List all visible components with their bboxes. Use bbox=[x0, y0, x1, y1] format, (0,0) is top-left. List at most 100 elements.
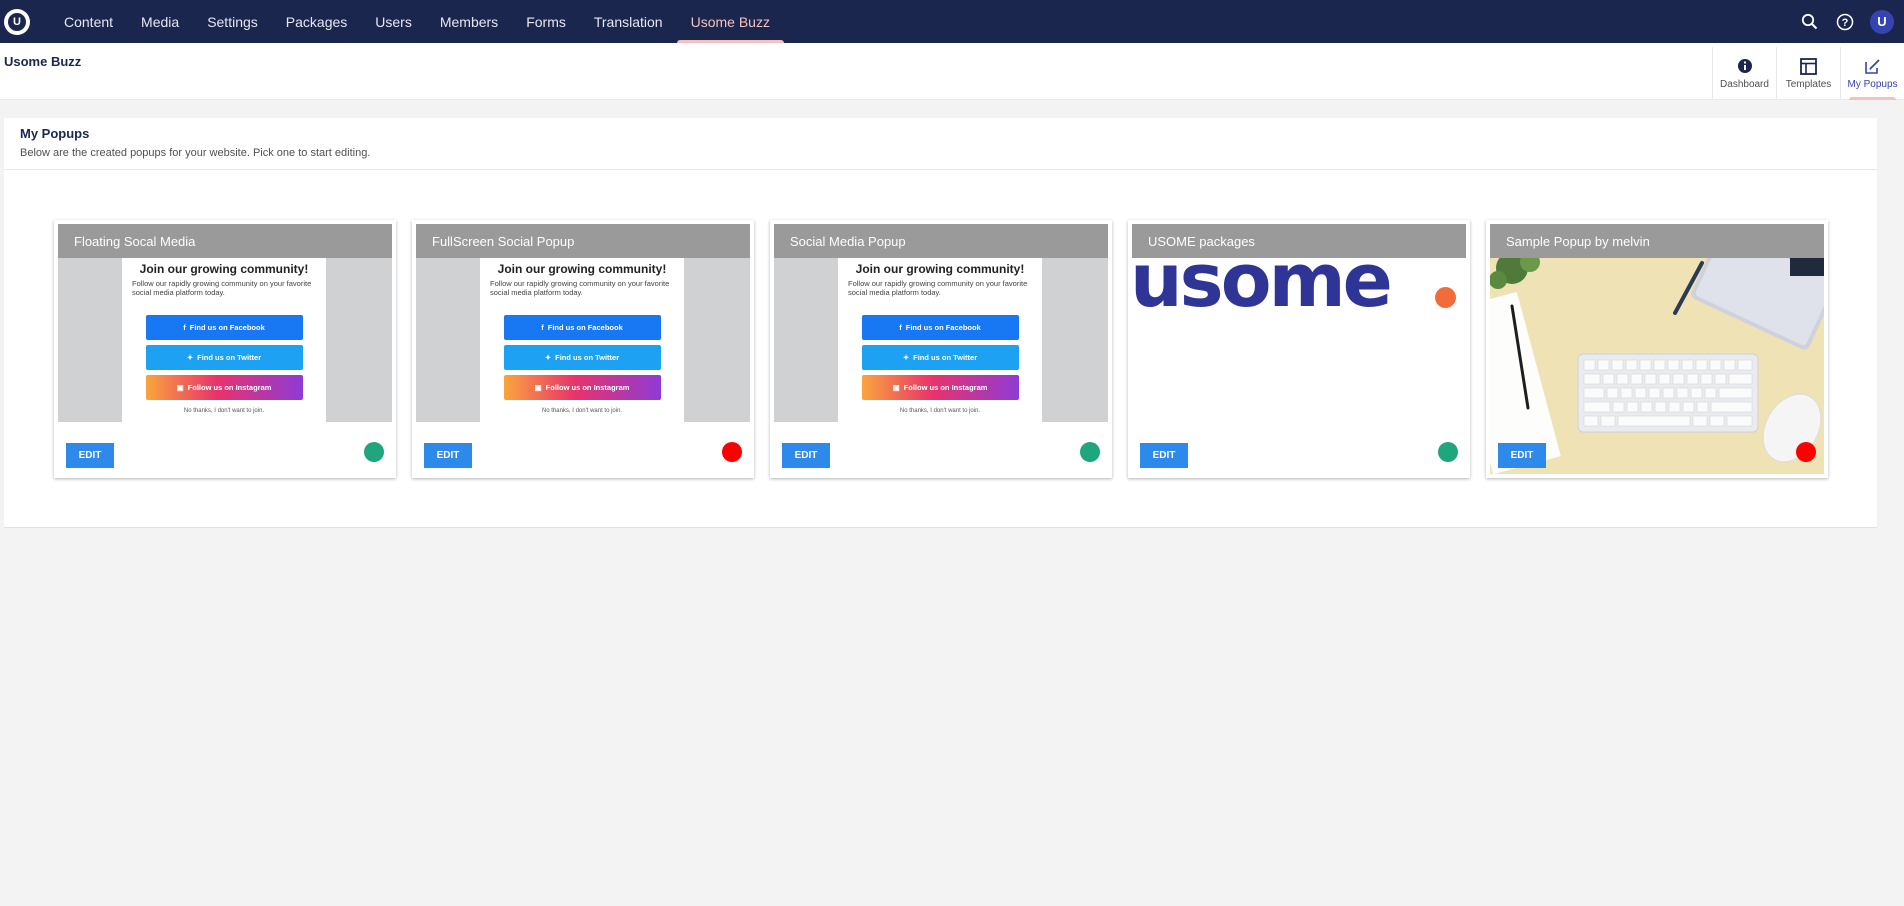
panel-description: Below are the created popups for your we… bbox=[20, 147, 371, 159]
user-avatar[interactable]: U bbox=[1870, 9, 1894, 34]
popup-card: Floating Socal Media Join our growing co… bbox=[54, 220, 396, 478]
nav-item-media[interactable]: Media bbox=[127, 0, 193, 43]
templates-icon bbox=[1800, 57, 1817, 75]
logo-letter: U bbox=[8, 12, 26, 31]
panel-header: My Popups Below are the created popups f… bbox=[4, 118, 1877, 170]
preview-instagram-label: Follow us on Instagram bbox=[903, 383, 988, 392]
preview-description: Follow our rapidly growing community on … bbox=[490, 279, 670, 297]
nav-item-usome-buzz[interactable]: Usome Buzz bbox=[676, 0, 785, 43]
preview-twitter-label: Find us on Twitter bbox=[197, 353, 262, 362]
popup-card: Social Media Popup Join our growing comm… bbox=[770, 220, 1112, 478]
status-indicator-active bbox=[364, 442, 384, 462]
info-icon bbox=[1737, 57, 1753, 75]
instagram-icon: ▣ bbox=[176, 383, 184, 392]
status-indicator-active bbox=[1080, 442, 1100, 462]
app-dashboard-label: Dashboard bbox=[1720, 79, 1769, 90]
edit-button[interactable]: EDIT bbox=[424, 443, 472, 468]
preview-instagram-button: ▣ Follow us on Instagram bbox=[503, 375, 661, 400]
app-templates[interactable]: Templates bbox=[1776, 47, 1840, 100]
social-popup-preview: Join our growing community! Follow our r… bbox=[122, 258, 326, 422]
preview-twitter-label: Find us on Twitter bbox=[555, 353, 620, 362]
section-header: Usome Buzz Dashboard Templates My Popups bbox=[0, 43, 1904, 100]
preview-facebook-label: Find us on Facebook bbox=[189, 323, 265, 332]
svg-text:?: ? bbox=[1842, 17, 1849, 29]
twitter-icon: ✦ bbox=[902, 353, 910, 362]
preview-facebook-label: Find us on Facebook bbox=[547, 323, 623, 332]
usome-logo-image: usome bbox=[1132, 258, 1393, 324]
app-my-popups[interactable]: My Popups bbox=[1840, 47, 1904, 100]
popup-card-list: Floating Socal Media Join our growing co… bbox=[54, 220, 1828, 478]
nav-item-users[interactable]: Users bbox=[361, 0, 426, 43]
social-popup-preview: Join our growing community! Follow our r… bbox=[838, 258, 1042, 422]
preview-decline-text: No thanks, I don't want to join. bbox=[183, 408, 265, 414]
app-my-popups-label: My Popups bbox=[1847, 79, 1898, 90]
preview-twitter-button: ✦ Find us on Twitter bbox=[861, 345, 1019, 370]
preview-twitter-button: ✦ Find us on Twitter bbox=[503, 345, 661, 370]
social-popup-preview: Join our growing community! Follow our r… bbox=[480, 258, 684, 422]
help-icon[interactable]: ? bbox=[1834, 11, 1856, 33]
preview-title: Join our growing community! bbox=[855, 262, 1025, 276]
popup-preview: usome bbox=[1132, 258, 1466, 422]
desk-photo-illustration bbox=[1490, 258, 1824, 474]
edit-button[interactable]: EDIT bbox=[1140, 443, 1188, 468]
top-navigation-bar: U Content Media Settings Packages Users … bbox=[0, 0, 1904, 43]
edit-button[interactable]: EDIT bbox=[1498, 443, 1546, 468]
popup-card-title: Social Media Popup bbox=[774, 224, 1108, 258]
popup-card-title: Sample Popup by melvin bbox=[1490, 224, 1824, 258]
popup-preview: Join our growing community! Follow our r… bbox=[58, 258, 392, 422]
status-indicator-active bbox=[1438, 442, 1458, 462]
twitter-icon: ✦ bbox=[544, 353, 552, 362]
preview-twitter-button: ✦ Find us on Twitter bbox=[145, 345, 303, 370]
edit-icon bbox=[1864, 57, 1881, 75]
preview-facebook-button: f Find us on Facebook bbox=[861, 315, 1019, 340]
popup-card: FullScreen Social Popup Join our growing… bbox=[412, 220, 754, 478]
preview-facebook-label: Find us on Facebook bbox=[905, 323, 981, 332]
preview-instagram-button: ▣ Follow us on Instagram bbox=[861, 375, 1019, 400]
popup-card: USOME packages usome EDIT bbox=[1128, 220, 1470, 478]
edit-button[interactable]: EDIT bbox=[782, 443, 830, 468]
preview-instagram-label: Follow us on Instagram bbox=[545, 383, 630, 392]
nav-item-packages[interactable]: Packages bbox=[272, 0, 361, 43]
my-popups-panel: My Popups Below are the created popups f… bbox=[4, 118, 1877, 528]
instagram-icon: ▣ bbox=[534, 383, 542, 392]
popup-card-title: FullScreen Social Popup bbox=[416, 224, 750, 258]
preview-title: Join our growing community! bbox=[139, 262, 309, 276]
twitter-icon: ✦ bbox=[186, 353, 194, 362]
popup-preview: Join our growing community! Follow our r… bbox=[774, 258, 1108, 422]
preview-instagram-button: ▣ Follow us on Instagram bbox=[145, 375, 303, 400]
facebook-icon: f bbox=[183, 323, 186, 332]
edit-button[interactable]: EDIT bbox=[66, 443, 114, 468]
app-dashboard[interactable]: Dashboard bbox=[1712, 47, 1776, 100]
app-templates-label: Templates bbox=[1785, 79, 1832, 90]
preview-twitter-label: Find us on Twitter bbox=[913, 353, 978, 362]
section-apps: Dashboard Templates My Popups bbox=[1712, 47, 1904, 100]
popup-card-title: Floating Socal Media bbox=[58, 224, 392, 258]
preview-decline-text: No thanks, I don't want to join. bbox=[541, 408, 623, 414]
nav-item-translation[interactable]: Translation bbox=[580, 0, 677, 43]
preview-description: Follow our rapidly growing community on … bbox=[132, 279, 312, 297]
nav-item-forms[interactable]: Forms bbox=[512, 0, 580, 43]
umbraco-logo-icon[interactable]: U bbox=[4, 8, 30, 35]
popup-card-title: USOME packages bbox=[1132, 224, 1466, 258]
facebook-icon: f bbox=[899, 323, 902, 332]
nav-item-members[interactable]: Members bbox=[426, 0, 512, 43]
nav-item-content[interactable]: Content bbox=[50, 0, 127, 43]
usome-logo-dot bbox=[1435, 287, 1456, 308]
search-icon[interactable] bbox=[1798, 11, 1820, 33]
status-indicator-inactive bbox=[722, 442, 742, 462]
popup-card: Sample Popup by melvin EDIT bbox=[1486, 220, 1828, 478]
preview-facebook-button: f Find us on Facebook bbox=[503, 315, 661, 340]
preview-decline-text: No thanks, I don't want to join. bbox=[899, 408, 981, 414]
instagram-icon: ▣ bbox=[892, 383, 900, 392]
preview-description: Follow our rapidly growing community on … bbox=[848, 279, 1028, 297]
panel-title: My Popups bbox=[20, 126, 90, 141]
popup-preview bbox=[1490, 258, 1824, 474]
main-nav: Content Media Settings Packages Users Me… bbox=[50, 0, 785, 43]
status-indicator-inactive bbox=[1796, 442, 1816, 462]
preview-title: Join our growing community! bbox=[497, 262, 667, 276]
page-title: Usome Buzz bbox=[4, 54, 82, 69]
preview-facebook-button: f Find us on Facebook bbox=[145, 315, 303, 340]
desk-photo-image bbox=[1490, 258, 1824, 474]
preview-instagram-label: Follow us on Instagram bbox=[187, 383, 272, 392]
nav-item-settings[interactable]: Settings bbox=[193, 0, 272, 43]
